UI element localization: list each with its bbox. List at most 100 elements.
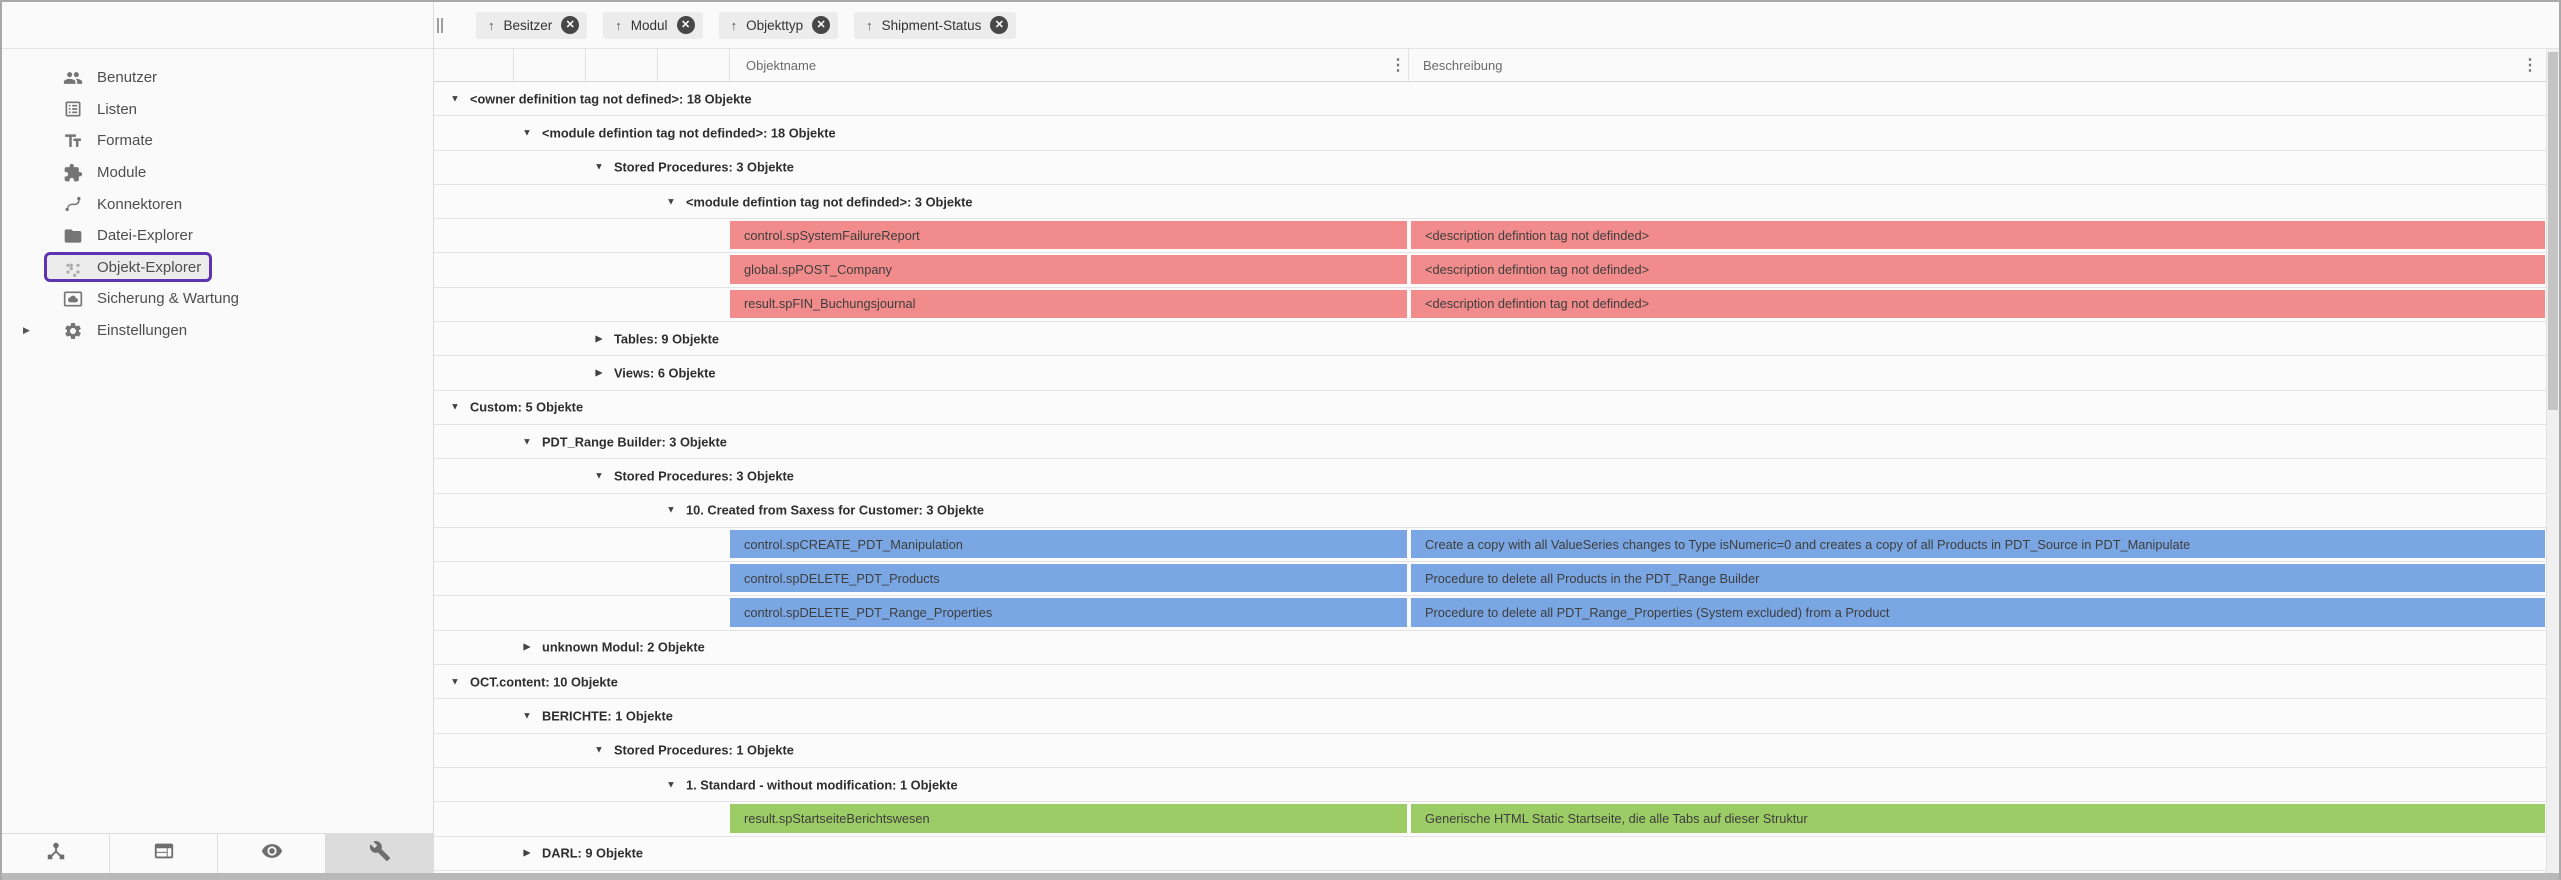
triangle-right-icon[interactable]: ▶ (520, 848, 534, 859)
objektname-cell[interactable]: result.spStartseiteBerichtswesen (730, 804, 1407, 832)
beschreibung-cell[interactable]: <description defintion tag not definded> (1411, 221, 2545, 249)
object-row[interactable]: control.spDELETE_PDT_Range_PropertiesPro… (434, 596, 2559, 630)
sidebar-item-listen[interactable]: Listen (2, 94, 433, 126)
object-row[interactable]: control.spCREATE_PDT_ManipulationCreate … (434, 528, 2559, 562)
footer-tool-wrench-icon[interactable] (326, 834, 433, 873)
filter-chip-objekttyp[interactable]: ↑Objekttyp✕ (719, 12, 839, 39)
sidebar-item-einstellungen[interactable]: ▶Einstellungen (2, 315, 433, 347)
sidebar-item-datei-explorer[interactable]: Datei-Explorer (2, 220, 433, 252)
triangle-down-icon[interactable]: ▼ (592, 162, 606, 173)
tree-indent-column (434, 49, 514, 81)
object-row[interactable]: global.spPOST_Company<description defint… (434, 253, 2559, 287)
grid-icon (63, 257, 83, 277)
tree-group-row[interactable]: ▶Views: 6 Objekte (434, 356, 2559, 390)
filter-chip-shipment-status[interactable]: ↑Shipment-Status✕ (854, 12, 1016, 39)
sidebar-item-objekt-explorer[interactable]: Objekt-Explorer (2, 252, 433, 284)
triangle-down-icon[interactable]: ▼ (448, 93, 462, 104)
column-menu-icon[interactable]: ⋮ (2522, 55, 2536, 75)
sidebar-item-label: Listen (97, 101, 137, 118)
column-header-beschreibung[interactable]: Beschreibung ⋮ (1409, 49, 2559, 81)
beschreibung-cell[interactable]: Procedure to delete all Products in the … (1411, 564, 2545, 592)
tree-group-row[interactable]: ▼BERICHTE: 1 Objekte (434, 699, 2559, 733)
sidebar-item-label: Sicherung & Wartung (97, 290, 239, 307)
triangle-right-icon[interactable]: ▶ (592, 333, 606, 344)
triangle-down-icon[interactable]: ▼ (448, 402, 462, 413)
sidebar-item-sicherung-wartung[interactable]: Sicherung & Wartung (2, 283, 433, 315)
cloud-backup-icon (63, 289, 83, 309)
puzzle-icon (63, 163, 83, 183)
chevron-right-icon[interactable]: ▶ (23, 325, 30, 336)
objektname-cell[interactable]: control.spDELETE_PDT_Range_Properties (730, 598, 1407, 626)
triangle-down-icon[interactable]: ▼ (664, 505, 678, 516)
objektname-cell[interactable]: result.spFIN_Buchungsjournal (730, 290, 1407, 318)
triangle-right-icon[interactable]: ▶ (592, 368, 606, 379)
tree-group-row[interactable]: ▶DARL: 9 Objekte (434, 837, 2559, 871)
triangle-down-icon[interactable]: ▼ (448, 676, 462, 687)
sidebar-item-formate[interactable]: Formate (2, 125, 433, 157)
triangle-down-icon[interactable]: ▼ (520, 127, 534, 138)
triangle-down-icon[interactable]: ▼ (520, 436, 534, 447)
footer-tool-layout-icon[interactable] (110, 834, 218, 873)
tree-group-row[interactable]: ▼Stored Procedures: 1 Objekte (434, 734, 2559, 768)
tree-group-row[interactable]: ▼<module defintion tag not definded>: 3 … (434, 185, 2559, 219)
sidebar-item-module[interactable]: Module (2, 157, 433, 189)
beschreibung-cell[interactable]: <description defintion tag not definded> (1411, 255, 2545, 283)
object-row[interactable]: result.spFIN_Buchungsjournal<description… (434, 288, 2559, 322)
chip-label: Objekttyp (746, 18, 803, 33)
triangle-down-icon[interactable]: ▼ (520, 710, 534, 721)
beschreibung-cell[interactable]: <description defintion tag not definded> (1411, 290, 2545, 318)
objektname-cell[interactable]: control.spSystemFailureReport (730, 221, 1407, 249)
tree-group-row[interactable]: ▶unknown Modul: 2 Objekte (434, 631, 2559, 665)
wrench-icon (369, 840, 391, 867)
triangle-down-icon[interactable]: ▼ (592, 470, 606, 481)
beschreibung-cell[interactable]: Generische HTML Static Startseite, die a… (1411, 804, 2545, 832)
triangle-down-icon[interactable]: ▼ (664, 196, 678, 207)
beschreibung-cell[interactable]: Create a copy with all ValueSeries chang… (1411, 530, 2545, 558)
tree-indent-column (658, 49, 730, 81)
objektname-cell[interactable]: control.spDELETE_PDT_Products (730, 564, 1407, 592)
triangle-down-icon[interactable]: ▼ (592, 745, 606, 756)
triangle-down-icon[interactable]: ▼ (664, 779, 678, 790)
tree-group-row[interactable]: ▶ Tables: 9 Objekte (434, 322, 2559, 356)
footer-tool-hierarchy-icon[interactable] (2, 834, 110, 873)
object-row[interactable]: control.spDELETE_PDT_ProductsProcedure t… (434, 562, 2559, 596)
group-label: Tables: 9 Objekte (614, 331, 719, 346)
remove-chip-icon[interactable]: ✕ (990, 16, 1008, 34)
sort-ascending-icon: ↑ (488, 18, 495, 33)
tree-group-row[interactable]: ▼<owner definition tag not defined>: 18 … (434, 82, 2559, 116)
sort-ascending-icon: ↑ (866, 18, 873, 33)
object-row[interactable]: control.spSystemFailureReport<descriptio… (434, 219, 2559, 253)
remove-chip-icon[interactable]: ✕ (561, 16, 579, 34)
filter-chip-besitzer[interactable]: ↑Besitzer✕ (476, 12, 587, 39)
objektname-cell[interactable]: global.spPOST_Company (730, 255, 1407, 283)
connector-icon (63, 194, 83, 214)
triangle-right-icon[interactable]: ▶ (520, 642, 534, 653)
object-row[interactable]: result.spStartseiteBerichtswesenGenerisc… (434, 802, 2559, 836)
filter-chip-modul[interactable]: ↑Modul✕ (603, 12, 702, 39)
tree-group-row[interactable]: ▼1. Standard - without modification: 1 O… (434, 768, 2559, 802)
column-menu-icon[interactable]: ⋮ (1390, 55, 1404, 75)
tree-group-row[interactable]: ▼ Stored Procedures: 3 Objekte (434, 151, 2559, 185)
sidebar-nav: Benutzer Listen FormateModuleKonnektoren Da… (2, 49, 433, 833)
footer-tool-eye-icon[interactable] (218, 834, 326, 873)
tree-group-row[interactable]: ▼10. Created from Saxess for Customer: 3… (434, 494, 2559, 528)
sidebar: Benutzer Listen FormateModuleKonnektoren Da… (2, 2, 434, 873)
sidebar-item-label: Objekt-Explorer (97, 259, 201, 276)
tree-group-row[interactable]: ▼PDT_Range Builder: 3 Objekte (434, 425, 2559, 459)
remove-chip-icon[interactable]: ✕ (812, 16, 830, 34)
sidebar-item-benutzer[interactable]: Benutzer (2, 62, 433, 94)
beschreibung-cell[interactable]: Procedure to delete all PDT_Range_Proper… (1411, 598, 2545, 626)
tree-group-row[interactable]: ▼Stored Procedures: 3 Objekte (434, 459, 2559, 493)
objektname-cell[interactable]: control.spCREATE_PDT_Manipulation (730, 530, 1407, 558)
panel-resize-handle[interactable] (437, 18, 443, 33)
tree-group-row[interactable]: ▼Custom: 5 Objekte (434, 391, 2559, 425)
group-label: Stored Procedures: 3 Objekte (614, 160, 794, 175)
column-header-objektname[interactable]: Objektname ⋮ (730, 49, 1409, 81)
tree-group-row[interactable]: ▼OCT.content: 10 Objekte (434, 665, 2559, 699)
sidebar-item-konnektoren[interactable]: Konnektoren (2, 188, 433, 220)
scrollbar-thumb[interactable] (2548, 52, 2558, 410)
vertical-scrollbar[interactable] (2546, 49, 2559, 873)
sidebar-item-label: Datei-Explorer (97, 227, 193, 244)
remove-chip-icon[interactable]: ✕ (677, 16, 695, 34)
tree-group-row[interactable]: ▼<module defintion tag not definded>: 18… (434, 116, 2559, 150)
